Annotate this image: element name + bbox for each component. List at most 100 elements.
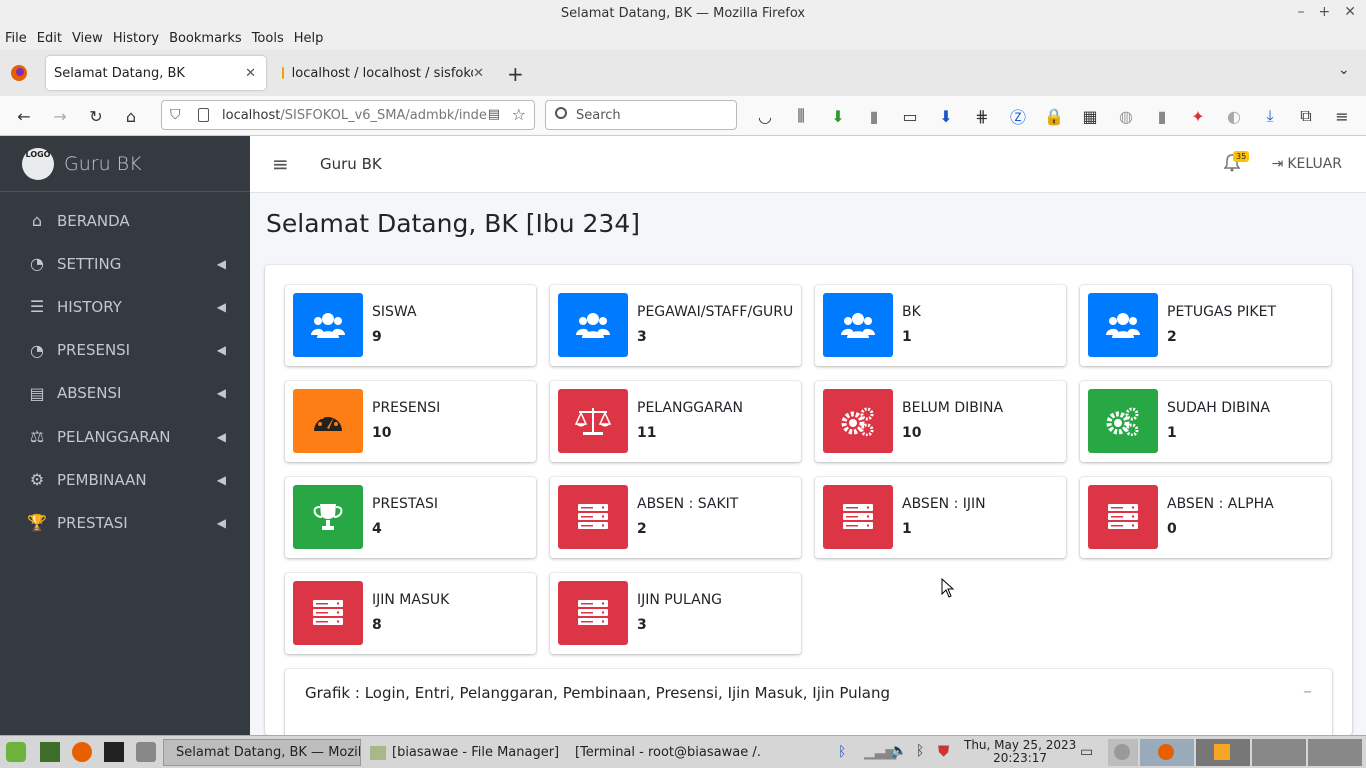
info-box-label: PELANGGARAN: [637, 400, 743, 416]
puzzle-icon[interactable]: ⧉: [1294, 104, 1318, 128]
workspace-2[interactable]: [1140, 739, 1194, 766]
info-box-label: SISWA: [372, 304, 417, 320]
server-icon: [558, 581, 628, 645]
sidebar-item-history[interactable]: ☰ HISTORY ◀: [0, 285, 250, 328]
users-icon: [558, 293, 628, 357]
lock-icon[interactable]: 🔒: [1042, 104, 1066, 128]
phpmyadmin-icon: [282, 67, 284, 79]
taskbar-app-firefox[interactable]: Selamat Datang, BK — Mozil...: [163, 739, 361, 766]
save-icon[interactable]: ⬇: [934, 104, 958, 128]
menu-history[interactable]: History: [113, 31, 159, 46]
sidebar-item-pembinaan[interactable]: ⚙ PEMBINAAN ◀: [0, 458, 250, 501]
workspace-4[interactable]: [1252, 739, 1306, 766]
firefox-icon[interactable]: [10, 64, 28, 82]
menu-file[interactable]: File: [5, 31, 27, 46]
reader-icon[interactable]: ▭: [898, 104, 922, 128]
sidebar-item-pelanggaran[interactable]: ⚖ PELANGGARAN ◀: [0, 415, 250, 458]
library-icon[interactable]: ⫼: [789, 104, 813, 128]
info-box-value: 4: [372, 521, 382, 537]
trophy-icon: 🏆: [27, 513, 47, 533]
info-box-belum-dibina: BELUM DIBINA 10: [815, 381, 1066, 462]
zotero-icon[interactable]: Ⓩ: [1006, 104, 1030, 128]
minimize-icon[interactable]: –: [1298, 4, 1305, 20]
extension-icon[interactable]: ▮: [1150, 104, 1174, 128]
taskbar-app-terminal[interactable]: [Terminal - root@biasawae /...: [563, 739, 762, 766]
tab-active[interactable]: Selamat Datang, BK ✕: [46, 56, 266, 90]
menu-tools[interactable]: Tools: [252, 31, 284, 46]
sidebar-item-presensi[interactable]: ◔ PRESENSI ◀: [0, 329, 250, 372]
workspace-3[interactable]: [1196, 739, 1250, 766]
close-window-icon[interactable]: ✕: [1344, 4, 1356, 20]
users-icon: [1088, 293, 1158, 357]
new-tab-icon[interactable]: +: [507, 62, 524, 86]
terminal-launcher-icon[interactable]: [104, 742, 124, 762]
brand-link[interactable]: LOGO Guru BK: [0, 136, 250, 192]
menu-view[interactable]: View: [72, 31, 103, 46]
files-launcher-icon[interactable]: [136, 742, 156, 762]
close-tab-icon[interactable]: ✕: [473, 65, 484, 81]
settings-app-icon: [1214, 744, 1230, 760]
chevron-down-icon[interactable]: ⌄: [1338, 62, 1350, 78]
shield-icon[interactable]: ⛉: [170, 107, 181, 123]
workspace-5[interactable]: [1308, 739, 1362, 766]
info-box-ijin-masuk: IJIN MASUK 8: [285, 573, 536, 654]
extension-icon[interactable]: ▮: [862, 104, 886, 128]
sidebar-item-beranda[interactable]: ⌂ BERANDA: [0, 199, 250, 242]
reader-view-icon[interactable]: ▤: [487, 107, 500, 122]
grid-icon[interactable]: ⋕: [970, 104, 994, 128]
hamburger-menu-icon[interactable]: ≡: [1330, 104, 1354, 128]
collapse-minus-icon[interactable]: –: [1303, 681, 1312, 702]
sidebar-item-absensi[interactable]: ▤ ABSENSI ◀: [0, 372, 250, 415]
globe-icon[interactable]: ◍: [1114, 104, 1138, 128]
balance-scale-icon: [558, 389, 628, 453]
hamburger-toggle-icon[interactable]: ≡: [272, 152, 289, 176]
clock[interactable]: Thu, May 25, 2023 20:23:17: [964, 739, 1076, 765]
taskbar-app-file-manager[interactable]: [biasawae - File Manager]: [364, 739, 560, 766]
menu-bookmarks[interactable]: Bookmarks: [169, 31, 242, 46]
notifications-button[interactable]: 35: [1223, 151, 1250, 176]
sidebar-item-prestasi[interactable]: 🏆 PRESTASI ◀: [0, 501, 250, 544]
cogs-icon: ⚙: [29, 470, 45, 490]
info-box-value: 1: [902, 329, 912, 345]
forward-icon[interactable]: →: [48, 104, 72, 128]
firefox-launcher-icon[interactable]: [72, 742, 92, 762]
toggle-icon[interactable]: ◐: [1222, 104, 1246, 128]
logout-button[interactable]: ⇥ KELUAR: [1272, 156, 1342, 172]
security-shield-icon[interactable]: ⛊: [938, 742, 949, 760]
url-bar[interactable]: ⛉ localhost/SISFOKOL_v6_SMA/admbk/inde ▤…: [161, 100, 535, 130]
download-arrow-icon[interactable]: ⬇: [826, 104, 850, 128]
tab-phpmyadmin[interactable]: localhost / localhost / sisfokol ✕: [274, 56, 490, 90]
qr-code-icon[interactable]: ▦: [1078, 104, 1102, 128]
reload-icon[interactable]: ↻: [84, 104, 108, 128]
sidebar-item-setting[interactable]: ◔ SETTING ◀: [0, 242, 250, 285]
tachometer-icon: [293, 389, 363, 453]
volume-icon[interactable]: 🔈: [890, 743, 907, 759]
show-desktop-icon[interactable]: [40, 742, 60, 762]
close-tab-icon[interactable]: ✕: [245, 66, 256, 81]
server-icon: [1088, 485, 1158, 549]
info-box-absen-alpha: ABSEN : ALPHA 0: [1080, 477, 1331, 558]
info-box-absen-ijin: ABSEN : IJIN 1: [815, 477, 1066, 558]
info-box-siswa: SISWA 9: [285, 285, 536, 366]
menu-help[interactable]: Help: [294, 31, 324, 46]
sign-out-icon: ⇥: [1271, 156, 1284, 172]
mint-menu-icon[interactable]: [6, 742, 26, 762]
home-icon[interactable]: ⌂: [119, 104, 143, 128]
workspace-1[interactable]: [1108, 739, 1138, 766]
colorful-extension-icon[interactable]: ✦: [1186, 104, 1210, 128]
pocket-icon[interactable]: ◡: [753, 104, 777, 128]
bookmark-star-icon[interactable]: ☆: [511, 105, 526, 124]
battery-icon[interactable]: ▭: [1080, 744, 1093, 760]
back-icon[interactable]: ←: [12, 104, 36, 128]
sidebar: LOGO Guru BK ⌂ BERANDA ◔ SETTING ◀ ☰ HIS…: [0, 136, 250, 735]
maximize-icon[interactable]: +: [1319, 4, 1331, 20]
navbar-title[interactable]: Guru BK: [320, 155, 382, 173]
server-icon: [558, 485, 628, 549]
grafik-card: Grafik : Login, Entri, Pelanggaran, Pemb…: [285, 669, 1332, 739]
search-box[interactable]: Search: [545, 100, 737, 130]
url-host: localhost: [222, 107, 281, 123]
downloads-icon[interactable]: ⤓: [1258, 104, 1282, 128]
bluetooth-status-icon[interactable]: ᛒ: [916, 743, 924, 759]
menu-edit[interactable]: Edit: [37, 31, 62, 46]
bluetooth-icon[interactable]: ᛒ: [838, 744, 846, 760]
